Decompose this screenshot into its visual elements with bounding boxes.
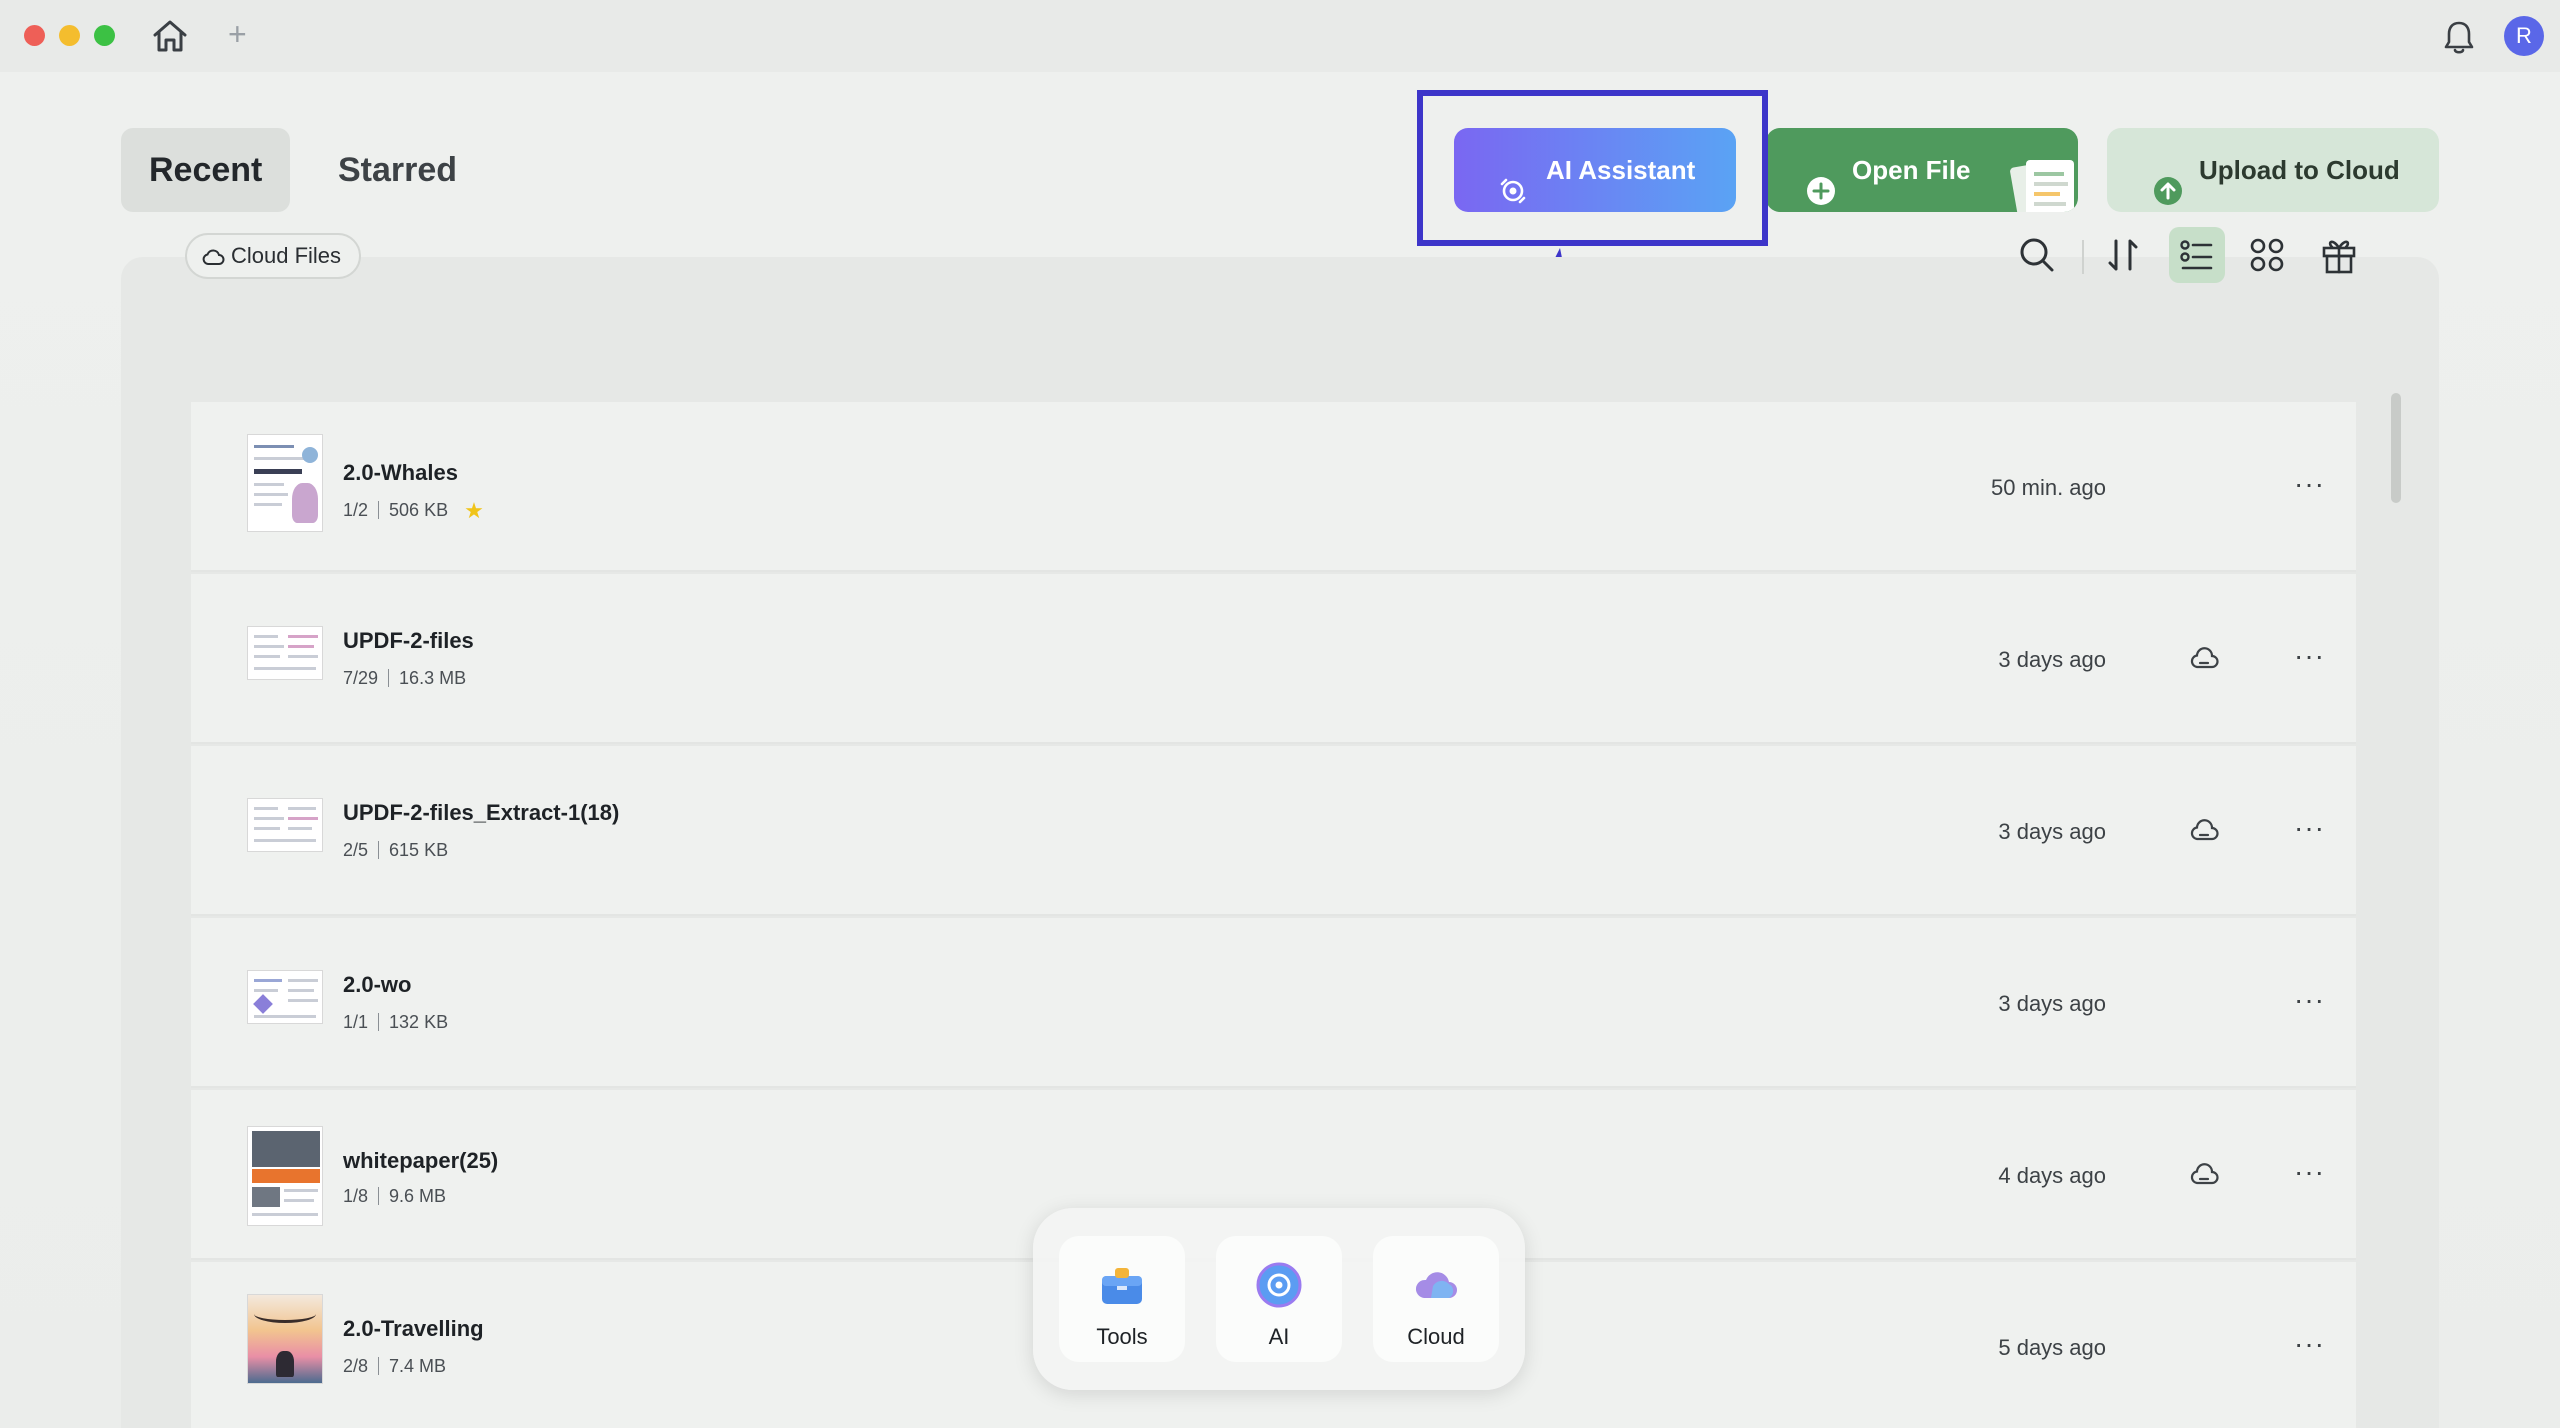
file-thumbnail (247, 626, 323, 680)
file-meta: 1/8 9.6 MB (343, 1186, 446, 1207)
star-icon[interactable]: ★ (464, 498, 484, 524)
cloud-icon (1415, 1272, 1457, 1298)
toolbar-divider (2082, 240, 2084, 274)
upload-arrow-icon (2153, 155, 2183, 205)
cloud-icon (202, 249, 225, 265)
zoom-window-button[interactable] (94, 25, 115, 46)
file-time: 3 days ago (1998, 647, 2106, 672)
file-pages: 2/5 (343, 840, 369, 860)
file-size: 7.4 MB (389, 1356, 447, 1376)
tab-recent[interactable]: Recent (121, 128, 291, 212)
upload-to-cloud-label: Upload to Cloud (2199, 155, 2400, 185)
more-options-icon[interactable]: ··· (2294, 468, 2325, 500)
file-name: 2.0-wo (343, 972, 412, 997)
list-view-icon[interactable] (2169, 227, 2225, 283)
file-name: 2.0-Travelling (343, 1316, 484, 1341)
file-size: 9.6 MB (389, 1186, 447, 1206)
file-time: 4 days ago (1998, 1163, 2106, 1188)
search-icon[interactable] (2012, 230, 2062, 280)
dock-cloud-button[interactable]: Cloud (1373, 1236, 1499, 1362)
file-name: UPDF-2-files_Extract-1(18) (343, 800, 620, 825)
scrollbar-thumb[interactable] (2391, 393, 2401, 503)
more-options-icon[interactable]: ··· (2294, 640, 2325, 672)
cloud-files-label: Cloud Files (231, 243, 342, 268)
file-thumbnail (247, 1294, 323, 1384)
list-item[interactable]: UPDF-2-files 7/29 16.3 MB 3 days ago ··· (191, 574, 2356, 744)
tab-starred[interactable]: Starred (310, 128, 485, 212)
open-file-button[interactable]: Open File (1766, 128, 2078, 212)
highlight-box (1417, 90, 1768, 246)
dock-ai-button[interactable]: AI (1216, 1236, 1342, 1362)
file-time: 3 days ago (1998, 819, 2106, 844)
dock-cloud-label: Cloud (1407, 1324, 1465, 1349)
more-options-icon[interactable]: ··· (2294, 1328, 2325, 1360)
avatar[interactable]: R (2504, 16, 2544, 56)
bottom-dock: Tools AI Cloud (1033, 1208, 1525, 1390)
file-thumbnail (247, 798, 323, 852)
plus-circle-icon (1806, 155, 1836, 205)
file-name: whitepaper(25) (343, 1148, 499, 1173)
cloud-synced-icon (2190, 819, 2219, 841)
file-pages: 1/8 (343, 1186, 369, 1206)
file-size: 506 KB (389, 500, 449, 520)
cloud-synced-icon (2190, 647, 2219, 669)
dock-tools-label: Tools (1096, 1324, 1148, 1349)
list-item[interactable]: UPDF-2-files_Extract-1(18) 2/5 615 KB 3 d… (191, 746, 2356, 916)
home-icon[interactable] (150, 18, 190, 54)
file-size: 615 KB (389, 840, 449, 860)
list-item[interactable]: 2.0-wo 1/1 132 KB 3 days ago ··· (191, 918, 2356, 1088)
file-thumbnail (247, 970, 323, 1024)
upload-to-cloud-button[interactable]: Upload to Cloud (2107, 128, 2439, 212)
file-name: 2.0-Whales (343, 460, 458, 485)
dock-tools-button[interactable]: Tools (1059, 1236, 1185, 1362)
file-pages: 2/8 (343, 1356, 369, 1376)
grid-view-icon[interactable] (2242, 230, 2292, 280)
file-pages: 1/2 (343, 500, 369, 520)
file-name: UPDF-2-files (343, 628, 474, 653)
close-window-button[interactable] (24, 25, 45, 46)
dock-ai-label: AI (1268, 1324, 1290, 1349)
file-meta: 2/8 7.4 MB (343, 1356, 446, 1377)
file-meta: 1/2 506 KB ★ (343, 498, 484, 524)
ai-orb-icon (1256, 1262, 1302, 1308)
gift-icon[interactable] (2314, 230, 2364, 280)
file-thumbnail (247, 1126, 323, 1226)
more-options-icon[interactable]: ··· (2294, 1156, 2325, 1188)
more-options-icon[interactable]: ··· (2294, 984, 2325, 1016)
file-time: 50 min. ago (1991, 475, 2106, 500)
document-stack-icon (2006, 154, 2078, 212)
sort-icon[interactable] (2098, 230, 2148, 280)
file-time: 3 days ago (1998, 991, 2106, 1016)
file-pages: 1/1 (343, 1012, 369, 1032)
file-size: 132 KB (389, 1012, 449, 1032)
minimize-window-button[interactable] (59, 25, 80, 46)
file-meta: 1/1 132 KB (343, 1012, 448, 1033)
toolbox-icon (1102, 1268, 1142, 1304)
file-pages: 7/29 (343, 668, 379, 688)
more-options-icon[interactable]: ··· (2294, 812, 2325, 844)
file-meta: 7/29 16.3 MB (343, 668, 466, 689)
list-item[interactable]: 2.0-Whales 1/2 506 KB ★ 50 min. ago ··· (191, 402, 2356, 572)
file-time: 5 days ago (1998, 1335, 2106, 1360)
cloud-synced-icon (2190, 1163, 2219, 1185)
new-tab-icon[interactable]: + (228, 16, 247, 52)
open-file-label: Open File (1852, 155, 1971, 185)
file-size: 16.3 MB (399, 668, 467, 688)
file-meta: 2/5 615 KB (343, 840, 448, 861)
file-thumbnail (247, 434, 323, 532)
title-bar: + R (0, 0, 2560, 72)
bell-icon[interactable] (2440, 18, 2478, 56)
cloud-files-filter[interactable]: Cloud Files (185, 233, 362, 279)
